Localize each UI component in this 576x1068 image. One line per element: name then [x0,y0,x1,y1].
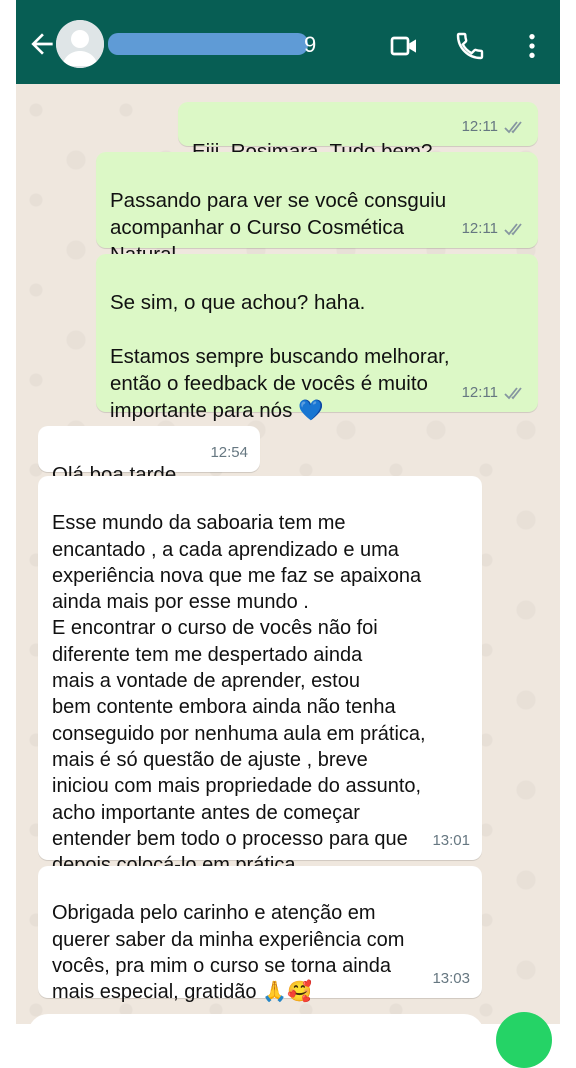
message-bubble-incoming[interactable]: Olá boa tarde 12:54 [38,426,260,486]
read-ticks-icon [504,120,522,133]
message-bubble-outgoing[interactable]: Se sim, o que achou? haha. Estamos sempr… [96,254,538,422]
message-time: 13:01 [432,831,470,849]
message-time: 12:54 [210,444,248,461]
avatar[interactable] [56,20,104,68]
message-meta: 13:01 [432,828,470,854]
message-bubble-outgoing[interactable]: Eiii, Rosimara. Tudo bem? 12:11 [178,102,538,163]
message-list[interactable]: Eiii, Rosimara. Tudo bem? 12:11 Passando… [16,84,560,1024]
message-bubble-incoming[interactable]: Obrigada pelo carinho e atenção em quere… [38,866,482,1003]
message-text: Obrigada pelo carinho e atenção em quere… [52,902,405,1004]
message-time: 12:11 [461,118,498,135]
message-bubble-outgoing[interactable]: Passando para ver se você consguiu acomp… [96,152,538,266]
read-ticks-icon [504,386,522,399]
chat-header: 9 [16,6,560,84]
message-meta: 13:03 [432,966,470,992]
contact-name-redaction [108,33,308,55]
read-ticks-icon [504,222,522,235]
back-arrow-icon[interactable] [26,28,58,60]
message-time: 12:11 [461,220,498,237]
avatar-icon [56,20,104,68]
message-meta: 12:11 [462,379,526,406]
message-text: Se sim, o que achou? haha. Estamos sempr… [110,291,450,422]
message-text: Esse mundo da saboaria tem me encantado … [52,512,426,876]
message-meta: 12:54 [210,439,248,466]
video-call-icon[interactable] [388,30,420,62]
message-input-bar[interactable] [28,1014,484,1054]
message-bubble-incoming[interactable]: Esse mundo da saboaria tem me encantado … [38,476,482,876]
message-time: 13:03 [432,969,470,987]
send-button[interactable] [496,1012,552,1068]
message-meta: 12:11 [462,113,526,140]
more-vert-icon[interactable] [516,30,548,62]
message-meta: 12:11 [462,215,526,242]
message-time: 12:11 [461,384,498,401]
phone-call-icon[interactable] [454,30,486,62]
contact-name[interactable]: 9 [304,32,316,58]
